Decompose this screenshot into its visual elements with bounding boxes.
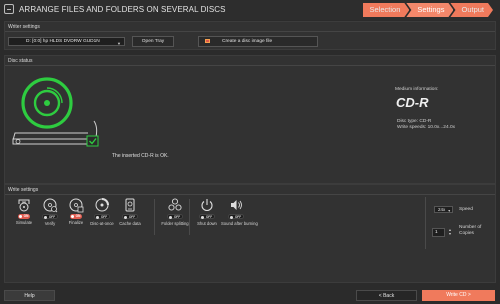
- copies-stepper[interactable]: ▲ ▼: [447, 228, 453, 237]
- disc-illustration: [12, 77, 99, 147]
- cache-data-label: Cache data: [119, 221, 141, 226]
- writer-settings-panel: Writer settings D: [0:0] hp HLDS DVDRW G…: [4, 21, 496, 50]
- checkmark-icon: [86, 135, 99, 147]
- option-cache-data[interactable]: OFF Cache data: [115, 197, 145, 226]
- chevron-down-icon: ▼: [117, 41, 121, 46]
- divider: [5, 31, 495, 32]
- copies-input[interactable]: 1: [432, 228, 445, 237]
- wizard-steps: Selection Settings Output: [363, 3, 493, 17]
- write-speeds: Write speeds: 10.0x...24.0x: [397, 125, 456, 130]
- speed-select[interactable]: 24x ▼: [434, 206, 453, 213]
- divider: [425, 197, 426, 249]
- step-output[interactable]: Output: [450, 3, 493, 17]
- disc-type: Disc type: CD-R: [397, 119, 432, 124]
- title-bar: ARRANGE FILES AND FOLDERS ON SEVERAL DIS…: [0, 0, 500, 20]
- step-settings[interactable]: Settings: [406, 3, 453, 17]
- bottom-bar: Help < Back Write CD >: [0, 288, 500, 304]
- speed-label: Speed: [459, 207, 473, 212]
- divider: [5, 194, 495, 195]
- simulate-icon: [18, 199, 30, 212]
- chevron-down-icon: ▼: [447, 209, 451, 213]
- divider: [5, 65, 495, 66]
- create-image-checkbox[interactable]: Create a disc image file: [198, 36, 318, 47]
- write-cd-button[interactable]: Write CD >: [422, 290, 495, 301]
- sound-after-burning-label: Sound after burning: [221, 221, 258, 226]
- create-image-label: Create a disc image file: [222, 39, 273, 44]
- verify-toggle[interactable]: OFF: [41, 214, 59, 219]
- chevron-down-icon[interactable]: ▼: [447, 232, 453, 236]
- write-settings-panel: Write settings ON Simulate OFF Verify ON…: [4, 184, 496, 283]
- divider: [154, 199, 155, 235]
- option-sound-after-burning[interactable]: OFF Sound after burning: [221, 197, 258, 226]
- speaker-icon: [231, 200, 242, 210]
- option-folder-splitting[interactable]: OFF Folder splitting: [160, 197, 190, 226]
- folder-splitting-label: Folder splitting: [161, 221, 189, 226]
- writer-settings-title: Writer settings: [8, 24, 40, 30]
- option-disc-at-once[interactable]: OFF Disc-at-once: [87, 197, 117, 226]
- disc-at-once-label: Disc-at-once: [90, 221, 114, 226]
- divider: [189, 199, 190, 235]
- app-icon: [4, 4, 14, 14]
- window-title: ARRANGE FILES AND FOLDERS ON SEVERAL DIS…: [19, 5, 226, 14]
- disc-status-message: The inserted CD-R is OK.: [112, 153, 169, 159]
- verify-icon: [43, 198, 58, 213]
- medium-info-heading: Medium information:: [395, 87, 439, 92]
- help-button[interactable]: Help: [4, 290, 55, 301]
- option-shut-down[interactable]: OFF Shut down: [192, 197, 222, 226]
- back-button[interactable]: < Back: [356, 290, 417, 301]
- shut-down-label: Shut down: [197, 221, 217, 226]
- simulate-toggle[interactable]: ON: [17, 214, 31, 219]
- write-settings-title: Write settings: [8, 187, 39, 193]
- folder-splitting-toggle[interactable]: OFF: [166, 214, 184, 219]
- step-selection[interactable]: Selection: [363, 3, 410, 17]
- speed-value: 24x: [438, 207, 446, 212]
- disc-icon: [21, 77, 73, 129]
- medium-type: CD-R: [396, 95, 429, 110]
- disc-status-panel: Disc status The inserted CD-R is OK. Med…: [4, 55, 496, 184]
- drive-select-value: D: [0:0] hp HLDS DVDRW GUD1N: [26, 39, 100, 44]
- open-tray-button[interactable]: Open Tray: [132, 36, 174, 47]
- copies-label: Number of Copies: [459, 225, 482, 236]
- disc-image-icon: [205, 38, 210, 43]
- shut-down-toggle[interactable]: OFF: [198, 214, 216, 219]
- cache-data-icon: [125, 198, 135, 212]
- folder-splitting-icon: [168, 198, 182, 211]
- disc-at-once-icon: [95, 198, 109, 212]
- sound-toggle[interactable]: OFF: [227, 214, 245, 219]
- finalize-icon: [69, 198, 84, 213]
- cache-data-toggle[interactable]: OFF: [121, 214, 139, 219]
- disc-status-title: Disc status: [8, 58, 33, 64]
- finalize-toggle[interactable]: ON: [69, 214, 83, 219]
- power-icon: [201, 199, 213, 212]
- disc-at-once-toggle[interactable]: OFF: [93, 214, 111, 219]
- drive-select[interactable]: D: [0:0] hp HLDS DVDRW GUD1N ▼: [8, 37, 125, 46]
